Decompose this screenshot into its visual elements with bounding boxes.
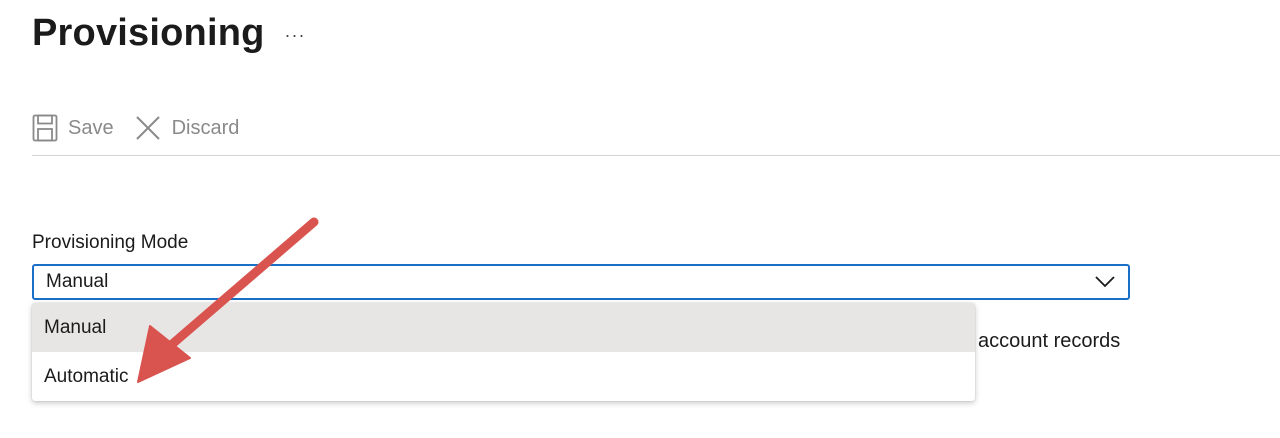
close-icon: [134, 114, 162, 142]
provisioning-mode-dropdown: Manual Automatic: [32, 303, 975, 401]
page-title: Provisioning: [32, 12, 265, 54]
chevron-down-icon: [1094, 275, 1116, 289]
provisioning-mode-value: Manual: [46, 271, 109, 292]
discard-button[interactable]: Discard: [134, 114, 240, 142]
provisioning-mode-select[interactable]: Manual: [32, 264, 1130, 300]
save-icon: [32, 114, 58, 142]
save-button[interactable]: Save: [32, 114, 114, 142]
provisioning-page: Provisioning ··· Save Discard Provisioni…: [0, 0, 1280, 438]
option-automatic[interactable]: Automatic: [32, 352, 975, 401]
more-options-button[interactable]: ···: [280, 22, 310, 48]
partially-hidden-text: account records: [978, 330, 1121, 352]
save-label: Save: [68, 116, 114, 139]
option-manual[interactable]: Manual: [32, 303, 975, 352]
discard-label: Discard: [171, 116, 240, 139]
toolbar-divider: [32, 155, 1280, 156]
provisioning-mode-label: Provisioning Mode: [32, 232, 189, 253]
command-bar: Save Discard: [32, 106, 239, 150]
